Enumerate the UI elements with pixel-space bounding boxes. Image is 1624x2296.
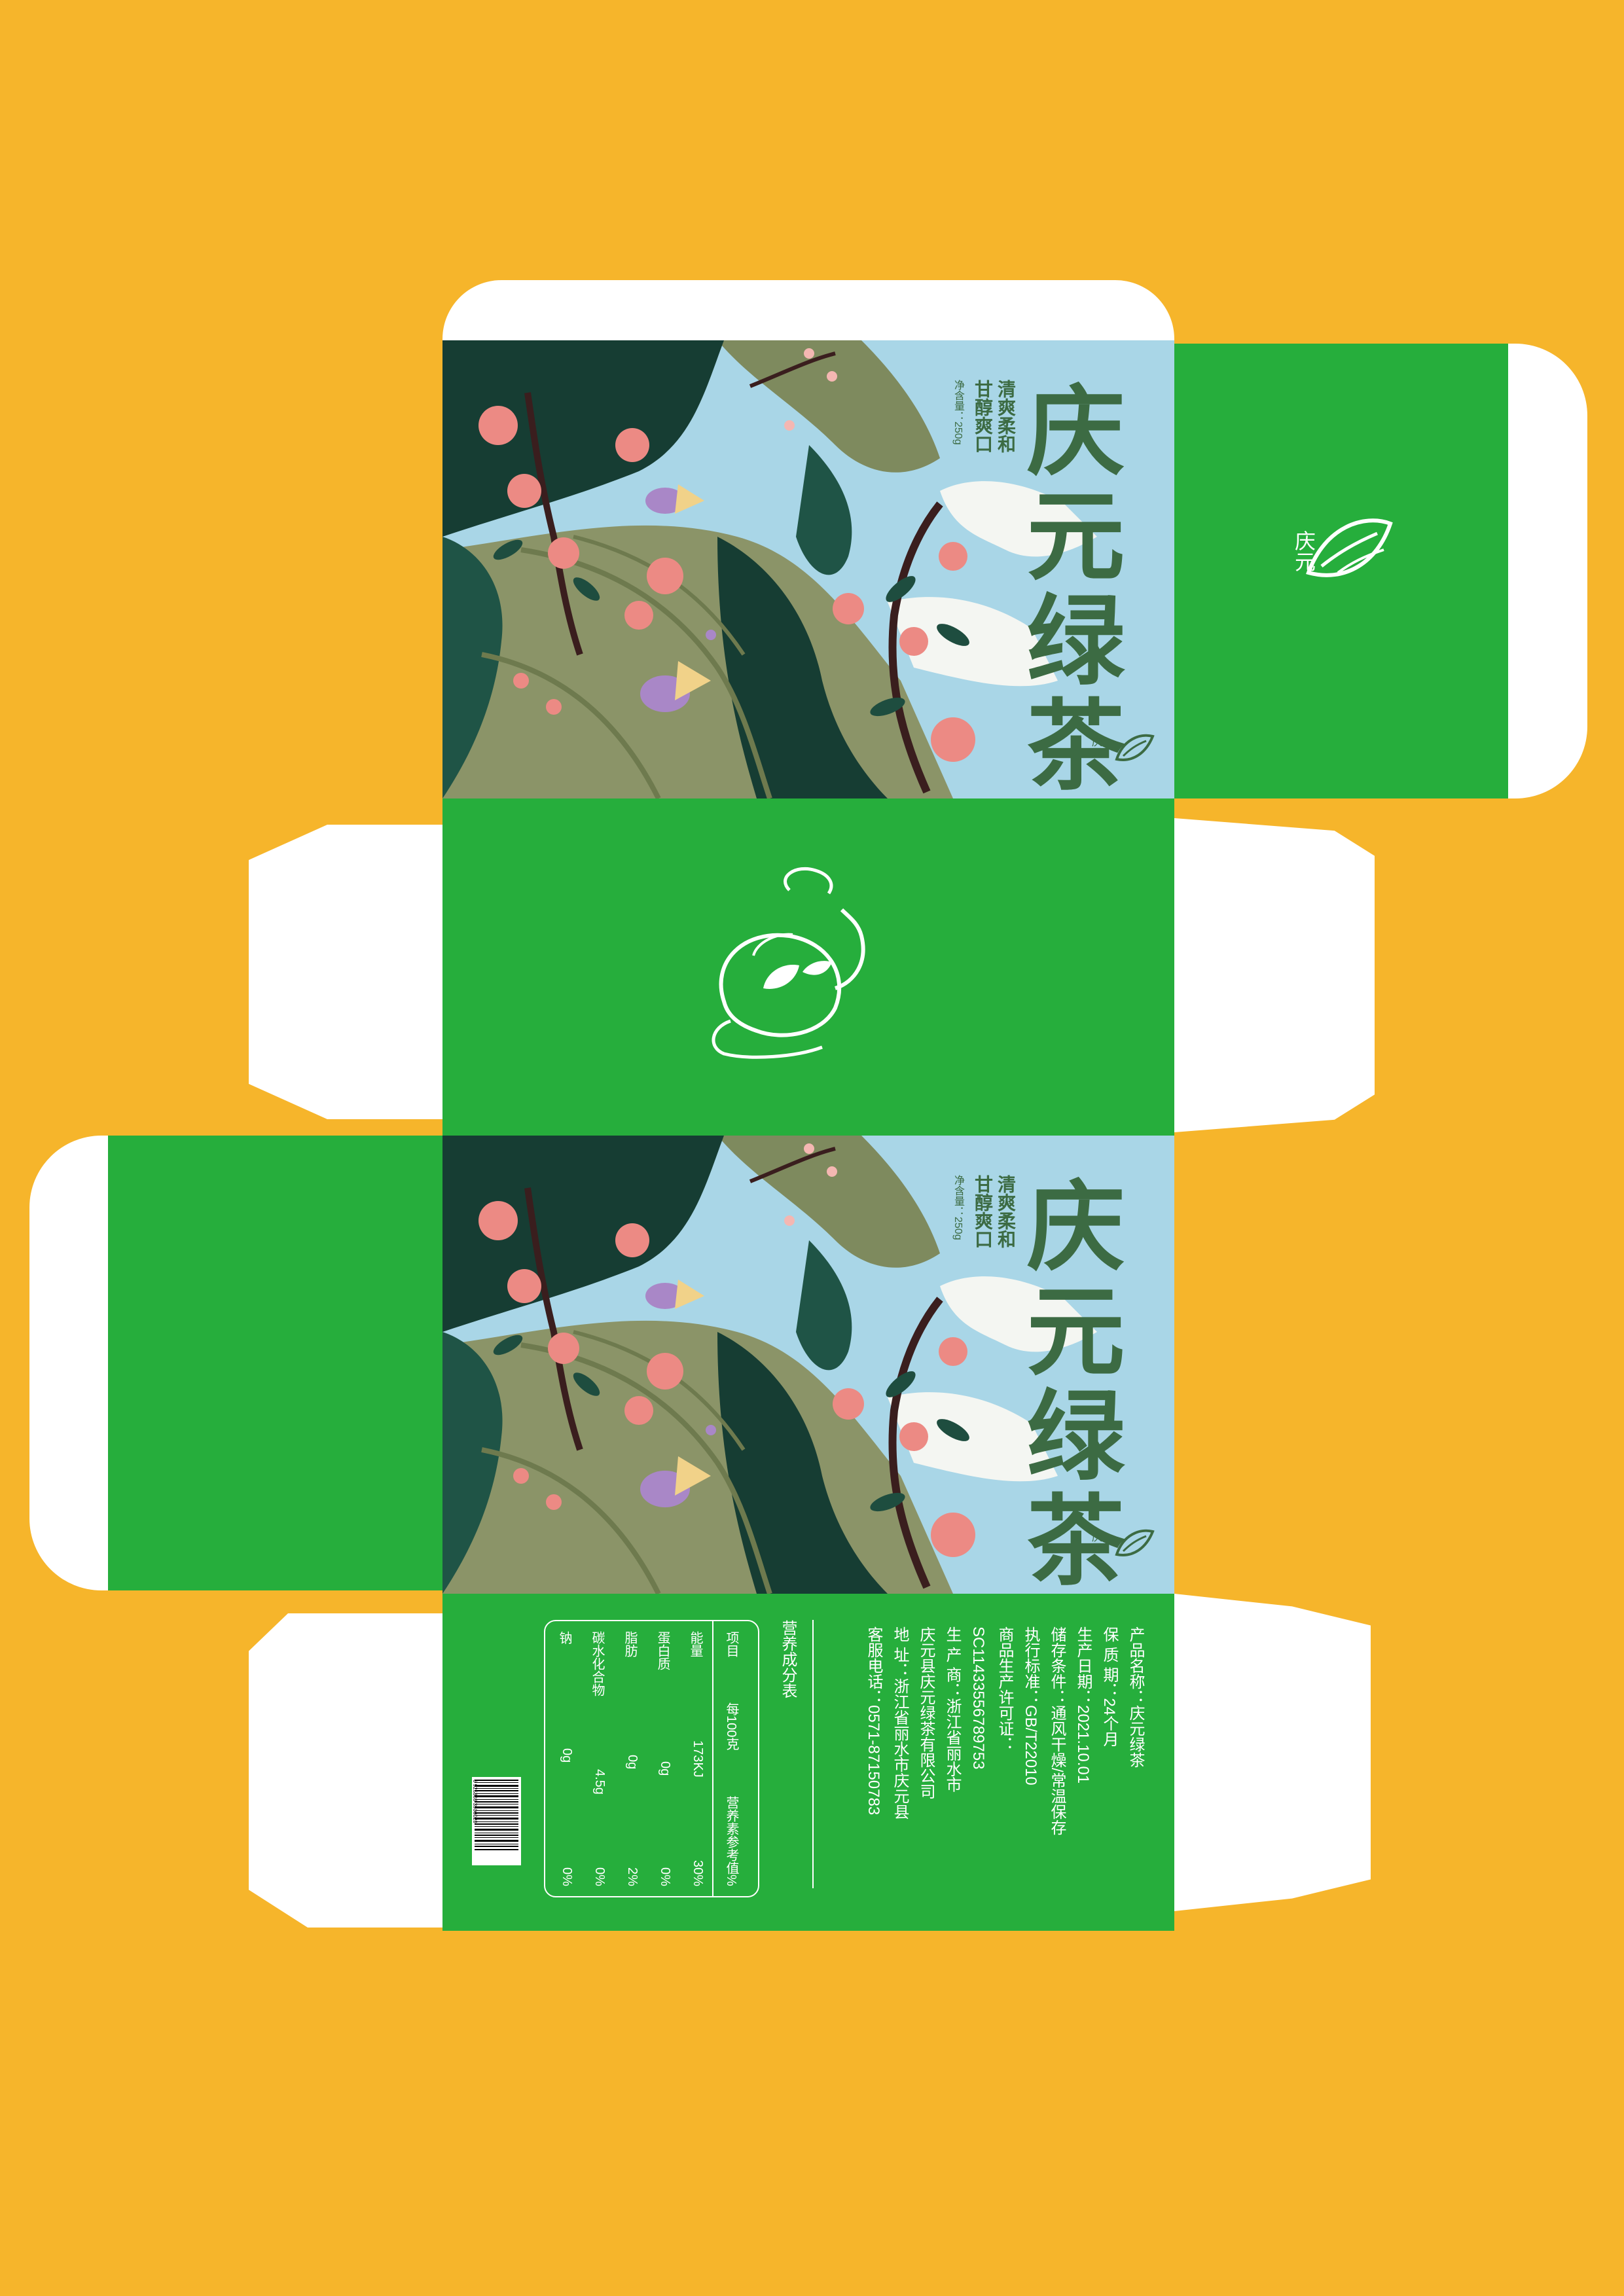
brand-small: 庆元: [1090, 736, 1101, 757]
row-label: 能量: [688, 1631, 702, 1657]
front-panel-upper: 庆元绿茶 清爽柔和 甘醇爽口 净含量：250g 庆元: [442, 340, 1174, 798]
info-line: 商品生产许可证：: [996, 1626, 1013, 1752]
slogan-line1: 清爽柔和: [996, 1175, 1016, 1248]
info-line: 生 产 商：浙江省丽水市: [943, 1626, 961, 1793]
info-line: 客服电话：0571-87150783: [865, 1626, 882, 1816]
side-panel: 庆元: [1174, 344, 1508, 798]
slogan-line2: 甘醇爽口: [973, 380, 993, 453]
info-line: SC11433556789753: [969, 1626, 987, 1770]
brand-small: 庆元: [1090, 1532, 1101, 1552]
table-row: 脂肪 0g 2%: [621, 1631, 640, 1886]
table-row: 钠 0g 0%: [555, 1631, 574, 1886]
dust-flap-right-bottom: [1174, 1594, 1371, 1911]
row-label: 钠: [557, 1631, 571, 1644]
product-title: 庆元绿茶: [1013, 380, 1123, 798]
row-value: 0g: [625, 1755, 640, 1770]
table-header-divider: [712, 1621, 713, 1896]
info-line: 地 址：浙江省丽水市庆元县: [891, 1626, 909, 1820]
row-label: 脂肪: [623, 1631, 637, 1657]
side-left-flap: [29, 1136, 115, 1590]
front-panel-lower: 庆元绿茶 清爽柔和 甘醇爽口 净含量：250g 庆元: [442, 1136, 1174, 1594]
row-value: 0g: [560, 1748, 574, 1763]
side-brand: 庆元: [1292, 530, 1316, 572]
row-nrv: 0%: [560, 1867, 574, 1886]
teapot-leaf-icon: [691, 857, 888, 1070]
row-label: 碳水化合物: [590, 1631, 604, 1696]
slogan-line1: 清爽柔和: [996, 380, 1016, 453]
row-nrv: 2%: [625, 1867, 640, 1886]
nutrition-heading: 营养成分表: [779, 1620, 797, 1698]
table-row: 蛋白质 0g 0%: [653, 1631, 672, 1886]
left-side-panel: [108, 1136, 442, 1590]
table-row: 碳水化合物 4.5g 0%: [588, 1631, 607, 1886]
table-header: 项目 每100克 营养素参考值%: [722, 1631, 741, 1886]
dust-flap-right-top: [1174, 818, 1375, 1132]
divider: [812, 1620, 814, 1888]
info-line: 储存条件：通风干燥/常温保存: [1048, 1626, 1066, 1835]
dust-flap-left-bottom: [249, 1613, 445, 1928]
top-panel: [442, 798, 1174, 1136]
header-cell: 项目: [724, 1631, 738, 1657]
side-right-flap: [1506, 344, 1587, 798]
row-value: 0g: [658, 1761, 672, 1776]
info-line: 执行标准：GB/T22010: [1022, 1626, 1039, 1785]
table-row: 能量 173KJ 30%: [686, 1631, 705, 1886]
leaf-logo-icon: [1110, 726, 1156, 776]
info-line: 生产日期：2021.10.01: [1074, 1626, 1092, 1784]
info-panel: 产品名称：庆元绿茶 保 质 期：24个月 生产日期：2021.10.01 储存条…: [442, 1594, 1174, 1931]
dust-flap-left-top: [249, 825, 445, 1119]
info-line: 保 质 期：24个月: [1100, 1626, 1118, 1748]
row-nrv: 0%: [658, 1867, 672, 1886]
row-nrv: 30%: [691, 1859, 705, 1886]
row-nrv: 0%: [592, 1867, 607, 1886]
product-info-block: 产品名称：庆元绿茶 保 质 期：24个月 生产日期：2021.10.01 储存条…: [860, 1626, 1148, 1901]
info-line: 庆元县庆元绿茶有限公司: [917, 1626, 935, 1799]
slogan-line2: 甘醇爽口: [973, 1175, 993, 1248]
row-label: 蛋白质: [655, 1631, 670, 1670]
barcode-icon: [475, 1780, 518, 1850]
barcode: 6 925303 3900020: [472, 1777, 521, 1865]
info-line: 产品名称：庆元绿茶: [1127, 1626, 1144, 1768]
barcode-number: 6 925303 3900020: [472, 1780, 478, 1823]
row-value: 173KJ: [691, 1740, 705, 1778]
header-cell: 营养素参考值%: [724, 1796, 738, 1886]
leaf-logo-icon: [1110, 1522, 1156, 1571]
nutrition-table: 项目 每100克 营养素参考值% 能量 173KJ 30% 蛋白质 0g 0% …: [544, 1620, 759, 1897]
net-weight: 净含量：250g: [952, 380, 964, 445]
header-cell: 每100克: [724, 1702, 738, 1751]
product-title: 庆元绿茶: [1013, 1175, 1123, 1594]
row-value: 4.5g: [592, 1769, 607, 1795]
net-weight: 净含量：250g: [952, 1175, 964, 1240]
